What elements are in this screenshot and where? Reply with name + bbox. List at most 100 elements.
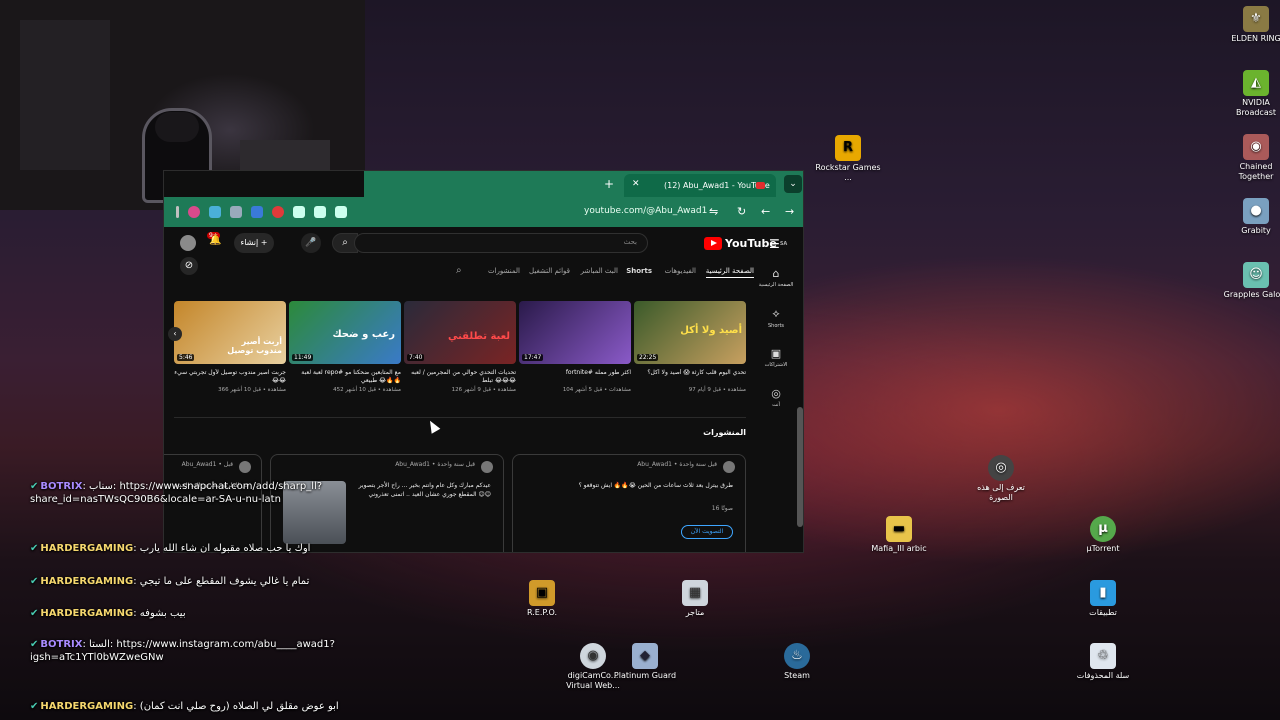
community-post[interactable]: Abu_Awad1 • قبل سنة واحدة طرق بيترل بعد … bbox=[512, 454, 746, 552]
thumbnail-text: رعب و ضحك bbox=[332, 329, 395, 340]
create-label: إنشاء bbox=[240, 238, 259, 247]
desktop-icon-steam[interactable]: ♨ Steam bbox=[762, 643, 832, 681]
sidebar-label: أنت bbox=[772, 402, 780, 408]
tab-home[interactable]: الصفحة الرئيسية bbox=[705, 267, 754, 278]
forward-icon[interactable]: → bbox=[785, 205, 794, 218]
mic-icon[interactable]: 🎤 bbox=[301, 233, 321, 253]
video-title[interactable]: لعبة لعبة repo# مع المتابعين ضحكنا مو طب… bbox=[289, 369, 401, 385]
video-meta: 126 مشاهدة • قبل 9 أشهر bbox=[451, 387, 516, 393]
desktop-icon-platinum-guard[interactable]: ◆ Platinum Guard bbox=[610, 643, 680, 681]
chat-username: HARDERGAMING bbox=[40, 701, 134, 712]
menu-dots-icon[interactable] bbox=[176, 206, 179, 218]
video-card[interactable]: رعب و ضحك 11:49 لعبة لعبة repo# مع المتا… bbox=[289, 301, 401, 393]
extensions-toolbar bbox=[176, 206, 347, 218]
block-icon[interactable]: ⊘ bbox=[180, 257, 198, 275]
video-thumbnail[interactable]: رعب و ضحك 11:49 bbox=[289, 301, 401, 364]
post-header: Abu_Awad1 • قبل سنة واحدة bbox=[395, 461, 475, 468]
tab-youtube[interactable]: ✕ (12) Abu_Awad1 - YouTube bbox=[624, 174, 776, 197]
elden-ring-icon: ⚜ bbox=[1243, 6, 1269, 32]
close-tab-icon[interactable]: ✕ bbox=[632, 179, 640, 189]
tab-search-button[interactable]: ⌄ bbox=[784, 175, 802, 193]
chat-message: ✔ HARDERGAMING: بيب بشوفه bbox=[30, 608, 186, 619]
shelf-scroll-left-icon[interactable]: ‹ bbox=[168, 327, 182, 341]
desktop-icon-label: سلة المحذوفات bbox=[1076, 671, 1130, 680]
bell-icon[interactable]: 🔔 bbox=[209, 235, 221, 246]
shorts-icon: ⟡ bbox=[772, 307, 780, 320]
video-title[interactable]: جربت اصير مندوب توصيل لأول تجربتي سيء 😂😂 bbox=[174, 369, 286, 385]
desktop-icon-spotlight[interactable]: ◎ تعرف إلى هذه الصورة bbox=[966, 455, 1036, 503]
hamburger-menu-icon[interactable]: ☰ bbox=[769, 237, 780, 251]
extension-icon[interactable] bbox=[209, 206, 221, 218]
site-settings-icon[interactable]: ⇋ bbox=[709, 205, 718, 218]
desktop-icon-mafia[interactable]: ▬ Mafia_III arbic bbox=[864, 516, 934, 554]
video-thumbnail[interactable]: أصيد ولا أكل 22:25 bbox=[634, 301, 746, 364]
sidebar-item-shorts[interactable]: ⟡ Shorts bbox=[756, 307, 796, 329]
url-field[interactable]: youtube.com/@Abu_Awad1 bbox=[584, 206, 707, 216]
video-thumbnail[interactable]: لعبة تطلقني 7:40 bbox=[404, 301, 516, 364]
page-scrollbar[interactable] bbox=[797, 407, 803, 527]
desktop-icon-repo[interactable]: ▣ R.E.P.O. bbox=[507, 580, 577, 618]
install-app-icon[interactable] bbox=[335, 206, 347, 218]
video-title[interactable]: تحديات التحدي حوالي من المجرمين / لعبه ت… bbox=[404, 369, 516, 385]
video-card[interactable]: أصيد ولا أكل 22:25 تحدي اليوم قلب كارثة … bbox=[634, 301, 746, 393]
mod-badge-icon: ✔ bbox=[30, 543, 39, 554]
desktop-icon-label: Steam bbox=[784, 671, 810, 680]
desktop-icon-store[interactable]: ▦ متاجر bbox=[660, 580, 730, 618]
extension-icon[interactable] bbox=[188, 206, 200, 218]
desktop-icon-grabity[interactable]: ● Grabity bbox=[1221, 198, 1280, 236]
section-divider bbox=[174, 417, 746, 418]
desktop-icon-recycle-bin[interactable]: ♲ سلة المحذوفات bbox=[1068, 643, 1138, 681]
new-tab-button[interactable]: + bbox=[604, 177, 614, 191]
video-thumbnail[interactable]: أربت أصير مندوب توصيل 5:46 bbox=[174, 301, 286, 364]
desktop-icon-apps[interactable]: ▮ تطبيقات bbox=[1068, 580, 1138, 618]
desktop-icon-grapples-galore[interactable]: ☺ Grapples Galore bbox=[1221, 262, 1280, 300]
desktop-icon-nvidia-broadcast[interactable]: ◭ NVIDIA Broadcast bbox=[1221, 70, 1280, 118]
video-title[interactable]: fortnite# اكثر طور ممله bbox=[519, 369, 631, 385]
tab-posts[interactable]: المنشورات bbox=[488, 267, 520, 275]
translate-icon[interactable] bbox=[251, 206, 263, 218]
chat-message: ✔ BOTRIX: الستا: https://www.instagram.co… bbox=[30, 639, 335, 663]
tab-playlists[interactable]: قوائم التشغيل bbox=[529, 267, 570, 275]
grabity-icon: ● bbox=[1243, 198, 1269, 224]
search-placeholder: بحث bbox=[623, 238, 637, 246]
utorrent-icon: µ bbox=[1090, 516, 1116, 542]
sidebar-item-home[interactable]: ⌂ الصفحة الرئيسية bbox=[756, 267, 796, 288]
post-header: Abu_Awad1 • قبل سنة واحدة bbox=[637, 461, 717, 468]
extension-icon[interactable] bbox=[230, 206, 242, 218]
adblock-icon[interactable] bbox=[272, 206, 284, 218]
sidebar-label: Shorts bbox=[767, 323, 785, 329]
subscriptions-icon: ▣ bbox=[770, 347, 782, 360]
desktop-icon-elden-ring[interactable]: ⚜ ELDEN RING bbox=[1221, 6, 1280, 44]
video-thumbnail[interactable]: 17:47 bbox=[519, 301, 631, 364]
video-meta: 104 مشاهدات • قبل 5 أشهر bbox=[562, 387, 631, 393]
video-card[interactable]: أربت أصير مندوب توصيل 5:46 جربت اصير مند… bbox=[174, 301, 286, 393]
sidebar-item-you[interactable]: ◎ أنت bbox=[756, 387, 796, 408]
video-card[interactable]: 17:47 fortnite# اكثر طور ممله 104 مشاهدا… bbox=[519, 301, 631, 393]
desktop-icon-chained-together[interactable]: ◉ Chained Together bbox=[1221, 134, 1280, 182]
bookmark-star-icon[interactable] bbox=[293, 206, 305, 218]
chair-headrest bbox=[155, 112, 199, 142]
tab-videos[interactable]: الفيديوهات bbox=[665, 267, 696, 275]
desktop-icon-rockstar[interactable]: R Rockstar Games ... bbox=[813, 135, 883, 183]
user-icon: ◎ bbox=[771, 387, 781, 400]
tab-shorts[interactable]: Shorts bbox=[626, 267, 652, 275]
apps-icon: ▮ bbox=[1090, 580, 1116, 606]
vote-now-button[interactable]: التصويت الآن bbox=[681, 525, 733, 539]
video-card[interactable]: لعبة تطلقني 7:40 تحديات التحدي حوالي من … bbox=[404, 301, 516, 393]
chat-username: HARDERGAMING bbox=[40, 543, 134, 554]
search-input[interactable]: بحث bbox=[354, 233, 648, 253]
desktop-icon-label: R.E.P.O. bbox=[526, 608, 558, 617]
reload-icon[interactable]: ↻ bbox=[737, 205, 746, 218]
zoom-icon[interactable] bbox=[314, 206, 326, 218]
desktop-icon-utorrent[interactable]: µ µTorrent bbox=[1068, 516, 1138, 554]
create-button[interactable]: إنشاء + bbox=[234, 233, 274, 253]
folder-icon: ▬ bbox=[886, 516, 912, 542]
mod-badge-icon: ✔ bbox=[30, 481, 39, 492]
sidebar-item-subscriptions[interactable]: ▣ الاشتراكات bbox=[756, 347, 796, 368]
back-icon[interactable]: ← bbox=[761, 205, 770, 218]
youtube-favicon-icon bbox=[756, 182, 765, 189]
avatar[interactable] bbox=[180, 235, 196, 251]
thumbnail-text: أربت أصير مندوب توصيل bbox=[227, 337, 282, 355]
video-title[interactable]: تحدي اليوم قلب كارثة 😱 أصيد ولا أكل؟ bbox=[634, 369, 746, 385]
tab-live[interactable]: البث المباشر bbox=[581, 267, 618, 275]
